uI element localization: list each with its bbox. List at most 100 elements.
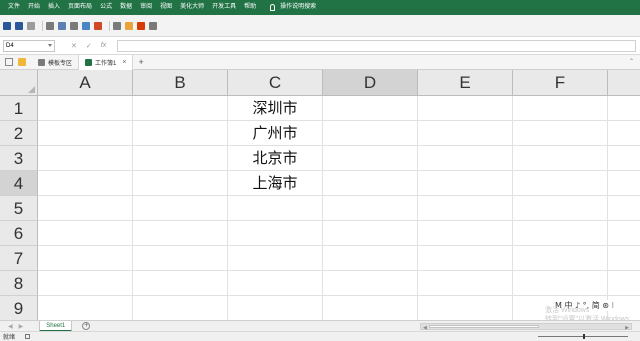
- cell-d3[interactable]: [323, 146, 418, 171]
- cell-a5[interactable]: [38, 196, 133, 221]
- row-header-3[interactable]: 3: [0, 146, 38, 171]
- cell-c2[interactable]: 广州市: [228, 121, 323, 146]
- cell-b1[interactable]: [133, 96, 228, 121]
- cancel-icon[interactable]: ✕: [71, 42, 77, 50]
- row-header-5[interactable]: 5: [0, 196, 38, 221]
- ribbon-tab[interactable]: 公式: [100, 0, 112, 15]
- ribbon-tab[interactable]: 审阅: [140, 0, 152, 15]
- cell-overflow[interactable]: [608, 271, 640, 296]
- color-icon[interactable]: [137, 21, 145, 30]
- cell-f3[interactable]: [513, 146, 608, 171]
- column-header-overflow[interactable]: [608, 70, 640, 96]
- cell-b7[interactable]: [133, 246, 228, 271]
- scrollbar-thumb[interactable]: [429, 325, 539, 328]
- cell-d2[interactable]: [323, 121, 418, 146]
- sheet-tab-sheet1[interactable]: Sheet1: [39, 320, 73, 332]
- save-icon[interactable]: [3, 21, 11, 30]
- cell-c6[interactable]: [228, 221, 323, 246]
- cell-f6[interactable]: [513, 221, 608, 246]
- cell-b6[interactable]: [133, 221, 228, 246]
- cell-d4[interactable]: [323, 171, 418, 196]
- ribbon-tab[interactable]: 页面布局: [68, 0, 92, 15]
- insert-function-icon[interactable]: fx: [101, 42, 106, 49]
- cell-a2[interactable]: [38, 121, 133, 146]
- cell-overflow[interactable]: [608, 96, 640, 121]
- spellcheck-icon[interactable]: [70, 21, 78, 30]
- cell-a3[interactable]: [38, 146, 133, 171]
- cell-d8[interactable]: [323, 271, 418, 296]
- cell-b2[interactable]: [133, 121, 228, 146]
- screenshot-icon[interactable]: [46, 21, 54, 30]
- cell-b5[interactable]: [133, 196, 228, 221]
- cell-e4[interactable]: [418, 171, 513, 196]
- cell-overflow[interactable]: [608, 121, 640, 146]
- cell-d9[interactable]: [323, 296, 418, 320]
- folder-icon[interactable]: [18, 58, 26, 66]
- ribbon-tab[interactable]: 插入: [48, 0, 60, 15]
- cell-c8[interactable]: [228, 271, 323, 296]
- cell-f2[interactable]: [513, 121, 608, 146]
- cell-b4[interactable]: [133, 171, 228, 196]
- cell-c7[interactable]: [228, 246, 323, 271]
- row-header-9[interactable]: 9: [0, 296, 38, 320]
- cell-d7[interactable]: [323, 246, 418, 271]
- cell-c5[interactable]: [228, 196, 323, 221]
- cell-f7[interactable]: [513, 246, 608, 271]
- cell-a1[interactable]: [38, 96, 133, 121]
- cell-d5[interactable]: [323, 196, 418, 221]
- cell-d1[interactable]: [323, 96, 418, 121]
- cell-e2[interactable]: [418, 121, 513, 146]
- format-icon[interactable]: [125, 21, 133, 30]
- column-header-d[interactable]: D: [323, 70, 418, 96]
- tell-me-search[interactable]: 操作说明搜索: [270, 0, 316, 15]
- add-sheet-button[interactable]: +: [82, 322, 91, 330]
- cell-e5[interactable]: [418, 196, 513, 221]
- cell-e9[interactable]: [418, 296, 513, 320]
- column-header-e[interactable]: E: [418, 70, 513, 96]
- ribbon-tab[interactable]: 开始: [28, 0, 40, 15]
- zoom-slider-thumb[interactable]: [583, 334, 585, 339]
- chevron-right-icon[interactable]: ▶: [19, 323, 24, 330]
- row-header-4[interactable]: 4: [0, 171, 38, 196]
- cell-f5[interactable]: [513, 196, 608, 221]
- column-header-c[interactable]: C: [228, 70, 323, 96]
- cell-a8[interactable]: [38, 271, 133, 296]
- cell-c9[interactable]: [228, 296, 323, 320]
- row-header-8[interactable]: 8: [0, 271, 38, 296]
- cell-c4[interactable]: 上海市: [228, 171, 323, 196]
- zoom-icon[interactable]: [113, 21, 121, 30]
- chevron-left-icon[interactable]: ◀: [8, 323, 13, 330]
- row-header-2[interactable]: 2: [0, 121, 38, 146]
- document-tab[interactable]: 模板专区: [32, 55, 80, 70]
- cell-f4[interactable]: [513, 171, 608, 196]
- name-box[interactable]: D4: [3, 39, 55, 52]
- new-document-icon[interactable]: [5, 58, 13, 66]
- cell-f8[interactable]: [513, 271, 608, 296]
- confirm-icon[interactable]: ✓: [86, 42, 92, 50]
- undo-icon[interactable]: [15, 21, 23, 30]
- cell-e1[interactable]: [418, 96, 513, 121]
- macro-record-icon[interactable]: [25, 334, 31, 339]
- cell-a7[interactable]: [38, 246, 133, 271]
- cell-overflow[interactable]: [608, 146, 640, 171]
- new-tab-button[interactable]: +: [133, 55, 148, 69]
- ribbon-tab[interactable]: 文件: [8, 0, 20, 15]
- column-header-f[interactable]: F: [513, 70, 608, 96]
- column-header-a[interactable]: A: [38, 70, 133, 96]
- cell-a4[interactable]: [38, 171, 133, 196]
- cell-overflow[interactable]: [608, 246, 640, 271]
- cell-f1[interactable]: [513, 96, 608, 121]
- formula-input[interactable]: [117, 39, 636, 52]
- ribbon-tab[interactable]: 数据: [120, 0, 132, 15]
- cell-e6[interactable]: [418, 221, 513, 246]
- print-preview-icon[interactable]: [58, 21, 66, 30]
- ribbon-tab[interactable]: 开发工具: [212, 0, 236, 15]
- cell-overflow[interactable]: [608, 221, 640, 246]
- chevron-down-icon[interactable]: [48, 43, 52, 47]
- cell-b8[interactable]: [133, 271, 228, 296]
- cell-b9[interactable]: [133, 296, 228, 320]
- cell-a6[interactable]: [38, 221, 133, 246]
- cell-e7[interactable]: [418, 246, 513, 271]
- cell-overflow[interactable]: [608, 171, 640, 196]
- ribbon-tab[interactable]: 美化大师: [180, 0, 204, 15]
